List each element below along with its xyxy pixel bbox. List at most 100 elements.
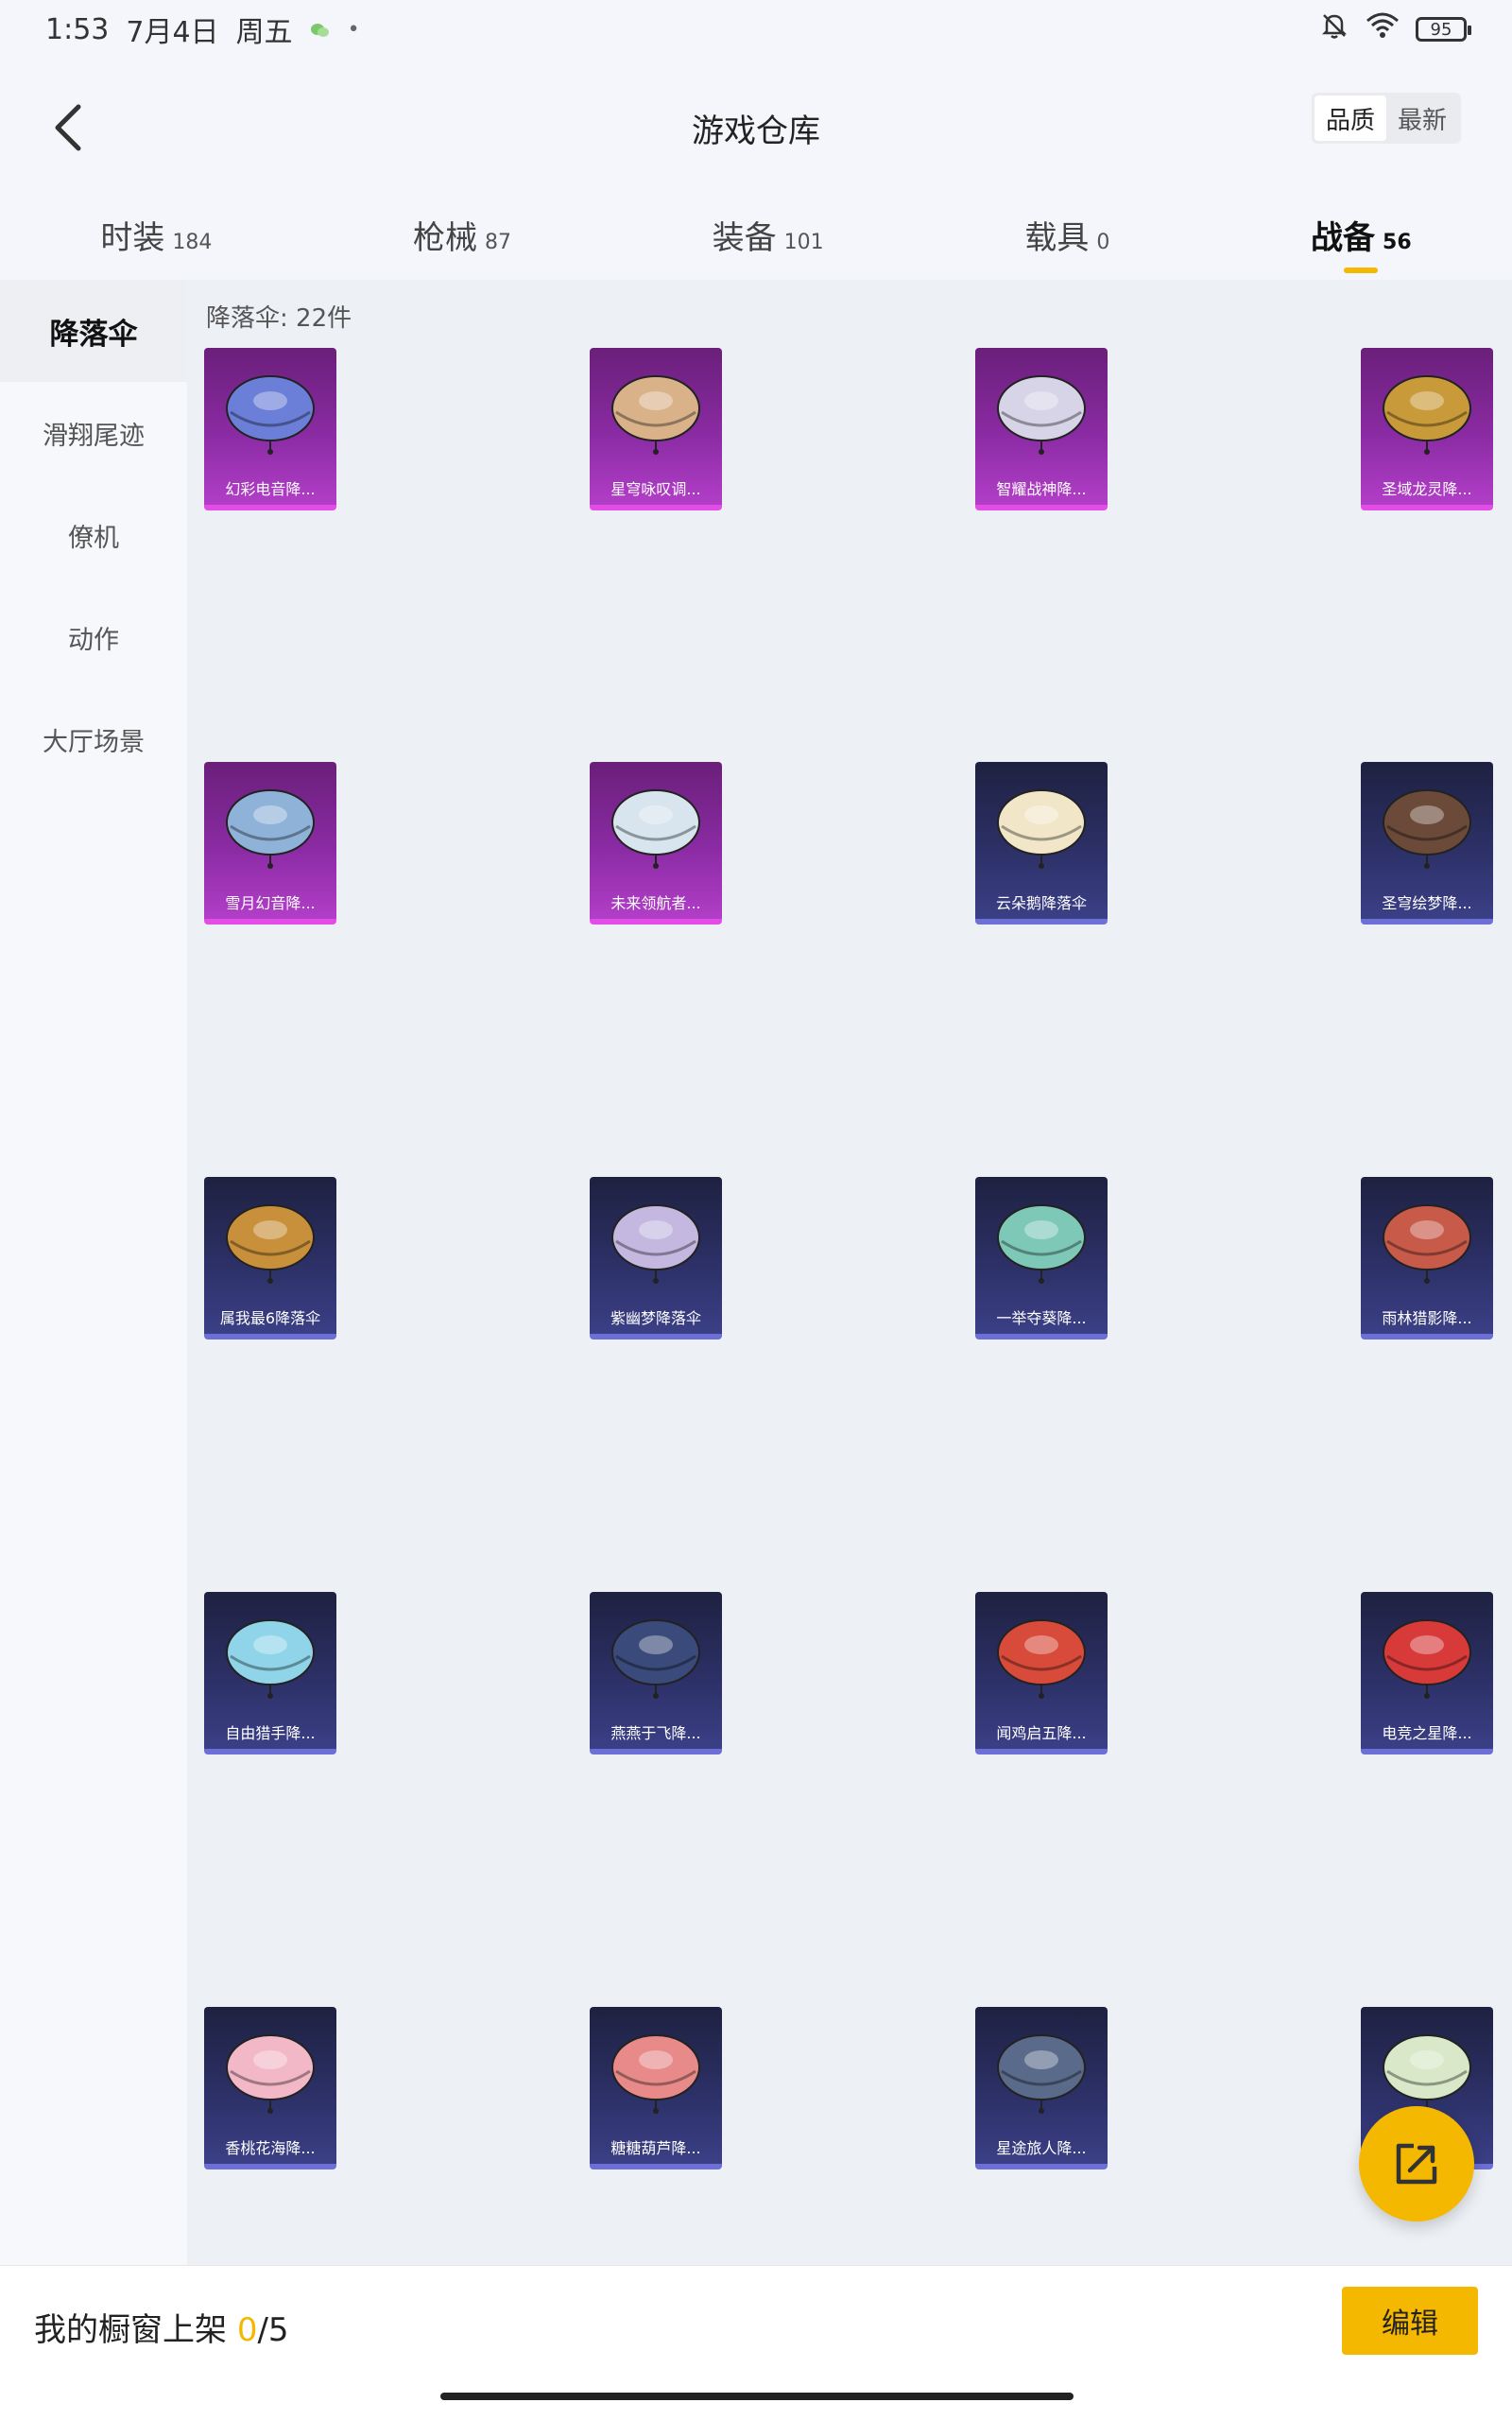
status-bar: 1:53 7月4日 周五 • 95: [0, 0, 1512, 59]
shelf-current: 0: [236, 2311, 258, 2349]
home-indicator: [440, 2393, 1074, 2400]
item-name: 幻彩电音降...: [225, 480, 316, 498]
item-card[interactable]: 雪月幻音降...: [204, 762, 336, 925]
item-name: 雪月幻音降...: [225, 894, 316, 912]
showcase-shelf-status: 我的橱窗上架 0/5: [34, 2304, 289, 2350]
item-name: 星穹咏叹调...: [610, 480, 701, 498]
sidebar-item-glide-trail[interactable]: 滑翔尾迹: [0, 382, 187, 484]
tab-count: 101: [783, 230, 824, 254]
chevron-left-icon: [55, 104, 81, 151]
sort-quality-button[interactable]: 品质: [1314, 95, 1386, 141]
tab-count: 87: [485, 230, 511, 254]
tab-label: 枪械: [413, 218, 477, 257]
parachute-icon: [219, 363, 321, 465]
share-fab-button[interactable]: [1359, 2106, 1474, 2221]
item-content: 降落伞: 22件 幻彩电音降... 星穹咏叹调... 智耀战神降... 圣域龙灵降..…: [187, 280, 1512, 2265]
sidebar-item-wingman[interactable]: 僚机: [0, 484, 187, 586]
item-card[interactable]: 紫幽梦降落伞: [590, 1177, 722, 1340]
item-name: 星途旅人降...: [996, 2139, 1087, 2157]
edit-button[interactable]: 编辑: [1342, 2287, 1478, 2355]
status-time: 1:53: [45, 12, 110, 46]
parachute-icon: [605, 363, 707, 465]
sidebar-item-parachute[interactable]: 降落伞: [0, 280, 187, 382]
item-name: 自由猎手降...: [225, 1724, 316, 1742]
parachute-icon: [1376, 1607, 1478, 1709]
item-name: 燕燕于飞降...: [610, 1724, 701, 1742]
bottom-bar: 我的橱窗上架 0/5 编辑: [0, 2265, 1512, 2420]
item-card[interactable]: 一举夺葵降...: [975, 1177, 1108, 1340]
parachute-icon: [605, 777, 707, 879]
tab-count: 184: [172, 230, 213, 254]
tab-guns[interactable]: 枪械 87: [394, 200, 530, 269]
wifi-icon: [1365, 11, 1400, 47]
sidebar: 降落伞 滑翔尾迹 僚机 动作 大厅场景: [0, 280, 187, 2265]
item-card[interactable]: 星途旅人降...: [975, 2007, 1108, 2169]
tab-label: 时装: [100, 218, 165, 257]
tab-label: 载具: [1024, 218, 1090, 257]
back-button[interactable]: [34, 95, 100, 161]
parachute-icon: [990, 1192, 1092, 1294]
category-tabs: 时装 184 枪械 87 装备 101 载具 0 战备 56: [0, 189, 1512, 280]
item-name: 属我最6降落伞: [219, 1309, 321, 1327]
item-name: 未来领航者...: [610, 894, 701, 912]
item-card[interactable]: 智耀战神降...: [975, 348, 1108, 510]
item-name: 雨林猎影降...: [1382, 1309, 1472, 1327]
parachute-icon: [990, 2022, 1092, 2124]
status-date: 7月4日: [126, 16, 219, 49]
parachute-icon: [990, 363, 1092, 465]
sort-newest-button[interactable]: 最新: [1386, 95, 1458, 141]
shelf-total: /5: [257, 2311, 289, 2349]
page-title: 游戏仓库: [692, 112, 820, 150]
parachute-icon: [1376, 1192, 1478, 1294]
item-card[interactable]: 未来领航者...: [590, 762, 722, 925]
item-name: 闻鸡启五降...: [996, 1724, 1087, 1742]
header: 游戏仓库 品质 最新: [0, 76, 1512, 180]
item-card[interactable]: 幻彩电音降...: [204, 348, 336, 510]
tab-count: 0: [1096, 230, 1110, 254]
status-weekday: 周五: [235, 16, 293, 49]
item-card[interactable]: 香桃花海降...: [204, 2007, 336, 2169]
parachute-icon: [1376, 363, 1478, 465]
item-card[interactable]: 糖糖葫芦降...: [590, 2007, 722, 2169]
item-card[interactable]: 圣域龙灵降...: [1361, 348, 1493, 510]
item-name: 圣域龙灵降...: [1382, 480, 1472, 498]
tab-equipment[interactable]: 装备 101: [694, 200, 843, 269]
item-card[interactable]: 圣穹绘梦降...: [1361, 762, 1493, 925]
tab-label: 装备: [712, 218, 777, 257]
tab-count: 56: [1383, 230, 1412, 254]
tab-fashion[interactable]: 时装 184: [81, 200, 231, 269]
shelf-label: 我的橱窗上架: [34, 2311, 227, 2349]
item-name: 智耀战神降...: [996, 480, 1087, 498]
item-count-label: 降落伞: 22件: [206, 304, 352, 333]
item-card[interactable]: 星穹咏叹调...: [590, 348, 722, 510]
parachute-icon: [605, 1192, 707, 1294]
tab-readiness[interactable]: 战备 56: [1292, 200, 1431, 269]
item-card[interactable]: 燕燕于飞降...: [590, 1592, 722, 1754]
item-name: 电竞之星降...: [1382, 1724, 1472, 1742]
sort-toggle: 品质 最新: [1311, 93, 1461, 144]
status-dot-icon: •: [347, 17, 360, 42]
tab-label: 战备: [1311, 218, 1376, 257]
parachute-icon: [605, 1607, 707, 1709]
item-card[interactable]: 闻鸡启五降...: [975, 1592, 1108, 1754]
item-card[interactable]: 电竞之星降...: [1361, 1592, 1493, 1754]
parachute-icon: [219, 777, 321, 879]
external-link-icon: [1396, 2143, 1437, 2185]
parachute-icon: [990, 777, 1092, 879]
item-card[interactable]: 自由猎手降...: [204, 1592, 336, 1754]
parachute-icon: [219, 2022, 321, 2124]
tab-vehicles[interactable]: 载具 0: [1005, 200, 1128, 269]
item-name: 紫幽梦降落伞: [610, 1309, 701, 1327]
sidebar-item-emote[interactable]: 动作: [0, 586, 187, 688]
item-card[interactable]: 属我最6降落伞: [204, 1177, 336, 1340]
parachute-icon: [219, 1607, 321, 1709]
wechat-icon: [310, 13, 331, 46]
sidebar-item-lobby-scene[interactable]: 大厅场景: [0, 688, 187, 790]
parachute-icon: [605, 2022, 707, 2124]
parachute-icon: [219, 1192, 321, 1294]
item-name: 一举夺葵降...: [996, 1309, 1087, 1327]
item-card[interactable]: 雨林猎影降...: [1361, 1177, 1493, 1340]
item-name: 糖糖葫芦降...: [610, 2139, 701, 2157]
item-card[interactable]: 云朵鹅降落伞: [975, 762, 1108, 925]
battery-icon: 95: [1416, 17, 1471, 42]
